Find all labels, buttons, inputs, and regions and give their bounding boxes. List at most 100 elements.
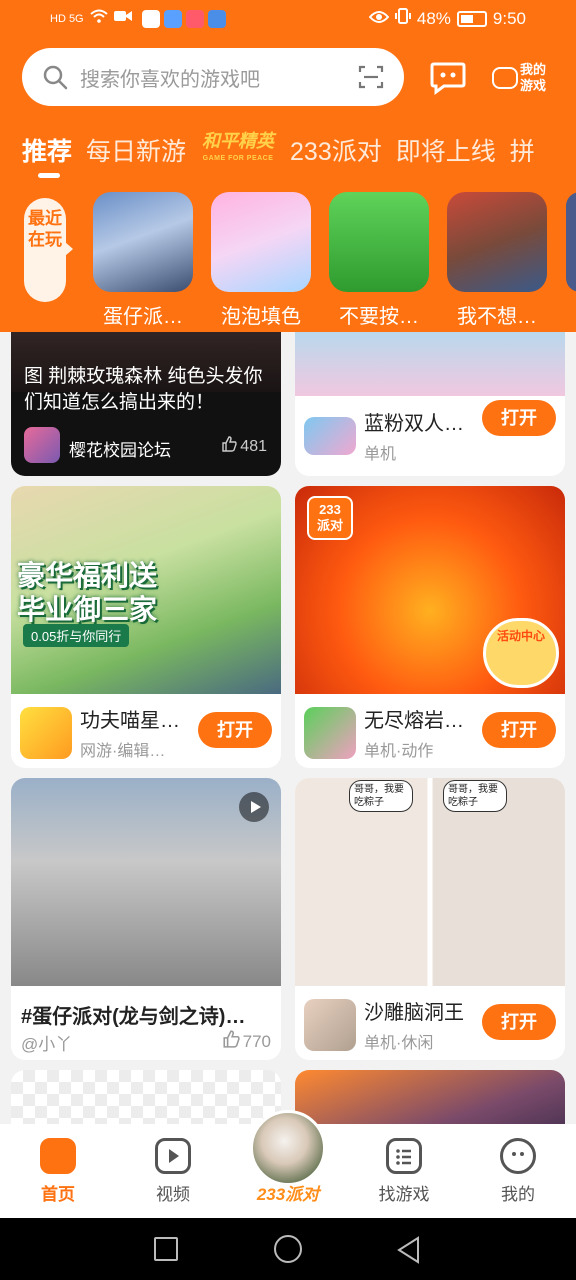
clock: 9:50	[492, 8, 526, 28]
game-banner: 哥哥，我要吃粽子 哥哥，我要吃粽子	[295, 778, 565, 986]
message-icon[interactable]	[428, 56, 468, 96]
recent-game[interactable]: 我不想…	[446, 192, 548, 329]
tab-indicator	[38, 173, 60, 178]
game-category: 单机	[364, 446, 397, 463]
recent-game[interactable]: 蛋仔派…	[92, 192, 194, 329]
tab-coming-soon[interactable]: 即将上线	[396, 132, 496, 168]
recents-icon[interactable]	[154, 1237, 178, 1261]
party-badge: 233派对	[307, 496, 353, 540]
video-title: #蛋仔派对(龙与剑之诗)…	[21, 1006, 246, 1028]
game-card[interactable]: 豪华福利送 毕业御三家 0.05折与你同行 功夫喵星… 网游·编辑… 打开	[11, 486, 281, 768]
list-icon	[386, 1138, 422, 1174]
video-thumbnail	[11, 778, 281, 986]
like-count: 481	[240, 437, 267, 455]
nav-mine-label: 我的	[501, 1185, 535, 1204]
peace-elite-logo-sub: GAME FOR PEACE	[202, 155, 274, 162]
recent-game[interactable]: 泡泡填色	[210, 192, 312, 329]
tab-recommend[interactable]: 推荐	[22, 132, 72, 168]
play-icon[interactable]	[239, 792, 269, 822]
recent-game-name: 不要按…	[339, 306, 419, 328]
feed-card-partial[interactable]	[11, 1070, 281, 1124]
smiley-icon	[500, 1138, 536, 1174]
app-notification-icon	[207, 9, 226, 28]
forum-post-card[interactable]: 图 荆棘玫瑰森林 纯色头发你们知道怎么搞出来的！ 樱花校园论坛 481	[11, 332, 281, 476]
nav-home[interactable]: 首页	[18, 1138, 98, 1205]
open-button[interactable]: 打开	[482, 712, 556, 748]
game-card[interactable]: 233派对 活动中心 无尽熔岩… 单机·动作 打开	[295, 486, 565, 768]
battery-percent: 48%	[416, 8, 451, 28]
camera-icon	[113, 9, 132, 28]
open-button[interactable]: 打开	[198, 712, 272, 748]
signal-indicator: HD 5G	[50, 12, 84, 25]
recent-game-name: 蛋仔派…	[103, 306, 183, 328]
banner-headline-2: 毕业御三家	[17, 594, 158, 625]
game-icon	[304, 416, 356, 455]
open-button[interactable]: 打开	[482, 400, 556, 436]
search-input[interactable]: 搜索你喜欢的游戏吧	[22, 48, 404, 106]
game-card[interactable]: 哥哥，我要吃粽子 哥哥，我要吃粽子 沙雕脑洞王 单机·休闲 打开	[295, 778, 565, 1060]
nav-video-label: 视频	[156, 1185, 190, 1204]
eye-icon	[368, 9, 390, 29]
app-notification-icon	[141, 9, 160, 28]
like-icon[interactable]	[221, 436, 237, 457]
like-icon[interactable]	[222, 1030, 240, 1053]
activity-center-badge[interactable]: 活动中心	[483, 618, 559, 688]
activity-center-label: 活动中心	[496, 629, 545, 643]
speech-bubble: 哥哥，我要吃粽子	[349, 780, 413, 812]
header: HD 5G 48% 9:50 搜索你喜欢的游戏吧 我的游戏 推荐 每日新游 和平…	[0, 0, 576, 332]
home-icon[interactable]	[274, 1235, 302, 1263]
battery-icon	[456, 10, 487, 27]
recent-game-name: 我不想…	[457, 306, 537, 328]
game-banner: 233派对 活动中心	[295, 486, 565, 694]
search-placeholder: 搜索你喜欢的游戏吧	[80, 68, 260, 91]
game-card[interactable]: 蓝粉双人… 单机 打开	[295, 332, 565, 476]
search-icon	[42, 64, 68, 90]
forum-name: 樱花校园论坛	[69, 441, 171, 460]
feed-card-partial[interactable]	[295, 1070, 565, 1124]
peace-elite-logo: 和平精英	[202, 131, 275, 151]
game-title: 功夫喵星…	[80, 710, 180, 732]
system-navigation-bar	[0, 1218, 576, 1280]
nav-find-games[interactable]: 找游戏	[364, 1138, 444, 1205]
game-banner	[295, 332, 565, 396]
game-icon	[20, 706, 72, 759]
game-category: 网游·编辑…	[80, 743, 166, 760]
banner-subline: 0.05折与你同行	[23, 624, 130, 647]
game-title: 沙雕脑洞王	[364, 1002, 464, 1024]
speech-bubble: 哥哥，我要吃粽子	[443, 780, 507, 812]
post-text: 图 荆棘玫瑰森林 纯色头发你们知道怎么搞出来的！	[24, 366, 263, 413]
recent-game[interactable]: 不要按…	[328, 192, 430, 329]
video-play-icon	[155, 1138, 191, 1174]
game-feed: 图 荆棘玫瑰森林 纯色头发你们知道怎么搞出来的！ 樱花校园论坛 481 蓝粉双人…	[0, 332, 576, 1124]
tab-peace-elite[interactable]: 和平精英 GAME FOR PEACE	[200, 131, 276, 167]
open-button[interactable]: 打开	[482, 1004, 556, 1040]
vibrate-icon	[394, 8, 411, 29]
nav-mine[interactable]: 我的	[478, 1138, 558, 1205]
video-author[interactable]: @小丫	[21, 1030, 72, 1055]
my-games-button[interactable]: 我的游戏	[492, 58, 554, 98]
game-category: 单机·休闲	[364, 1035, 434, 1052]
tab-233-party[interactable]: 233派对	[290, 132, 382, 168]
scan-icon[interactable]	[358, 64, 384, 90]
status-bar: HD 5G 48% 9:50	[0, 0, 576, 38]
app-notification-icon	[185, 9, 204, 28]
nav-home-label: 首页	[41, 1185, 75, 1204]
tab-daily-new[interactable]: 每日新游	[86, 132, 186, 168]
like-count: 770	[242, 1031, 271, 1051]
tab-more[interactable]: 拼	[510, 132, 535, 168]
party-center-button[interactable]	[250, 1110, 326, 1186]
video-card[interactable]: #蛋仔派对(龙与剑之诗)… @小丫 770	[11, 778, 281, 1060]
wifi-icon	[89, 9, 108, 28]
recent-game-name: 泡泡填色	[221, 306, 301, 328]
game-title: 蓝粉双人…	[364, 413, 464, 435]
game-category: 单机·动作	[364, 743, 434, 760]
gamepad-icon	[40, 1138, 76, 1174]
category-tabs: 推荐 每日新游 和平精英 GAME FOR PEACE 233派对 即将上线 拼	[22, 132, 535, 168]
forum-avatar	[24, 427, 60, 463]
nav-video[interactable]: 视频	[133, 1138, 213, 1205]
back-icon[interactable]	[396, 1236, 422, 1269]
game-banner: 豪华福利送 毕业御三家 0.05折与你同行	[11, 486, 281, 694]
party-center-label: 233派对	[256, 1185, 320, 1204]
nav-find-games-label: 找游戏	[378, 1185, 430, 1204]
gamepad-icon	[492, 67, 518, 89]
